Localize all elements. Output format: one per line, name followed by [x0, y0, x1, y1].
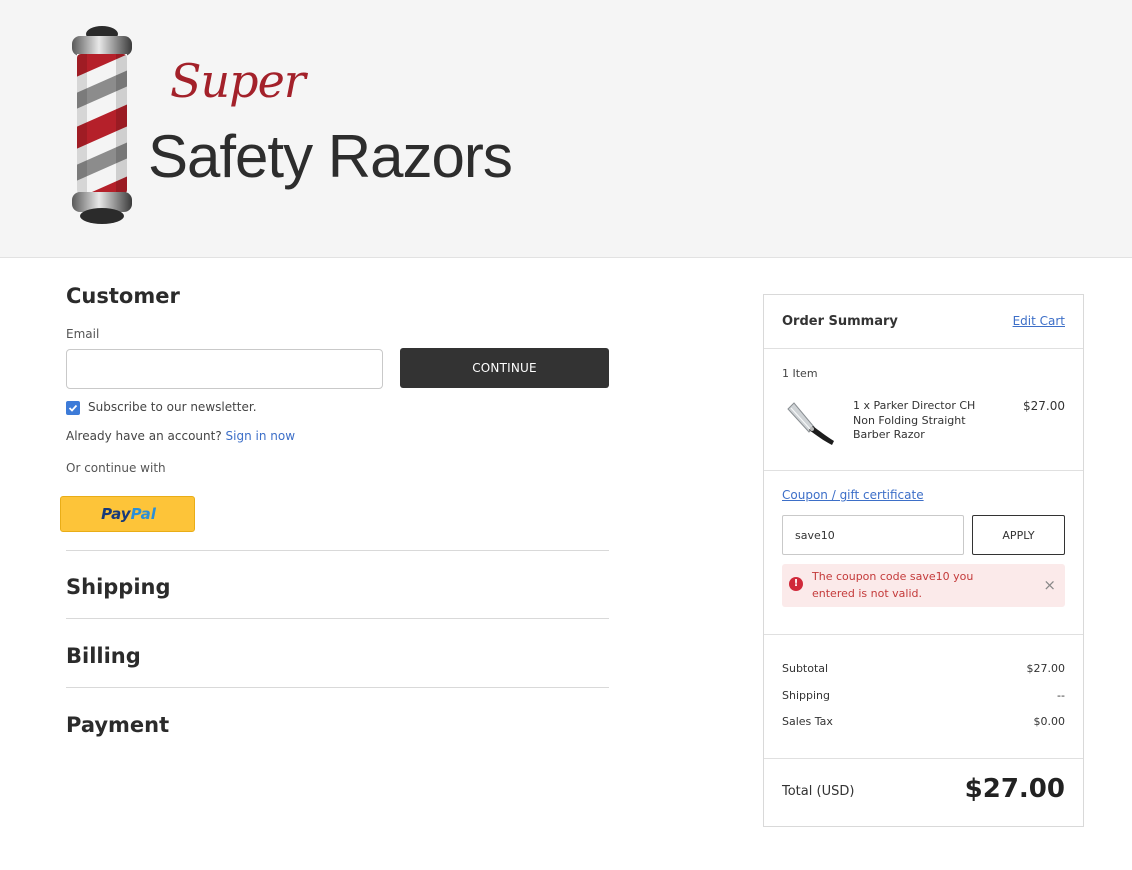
barber-pole-icon	[72, 26, 132, 224]
newsletter-label[interactable]: Subscribe to our newsletter.	[88, 400, 257, 414]
shipping-value: --	[1057, 689, 1065, 702]
coupon-error-message: The coupon code save10 you entered is no…	[812, 570, 974, 600]
subtotal-label: Subtotal	[782, 662, 829, 675]
sign-in-link[interactable]: Sign in now	[226, 429, 296, 443]
product-price: $27.00	[1023, 399, 1065, 413]
site-logo[interactable]: Super Safety Razors	[66, 24, 536, 226]
error-icon: !	[789, 577, 803, 591]
continue-with-label: Or continue with	[66, 461, 166, 475]
section-divider	[66, 618, 609, 619]
summary-divider	[764, 470, 1083, 471]
coupon-error-alert: ! The coupon code save10 you entered is …	[782, 564, 1065, 607]
email-label: Email	[66, 327, 100, 341]
account-prompt-line: Already have an account? Sign in now	[66, 429, 295, 443]
header: Super Safety Razors	[0, 0, 1132, 258]
straight-razor-image	[787, 402, 834, 445]
continue-button[interactable]: CONTINUE	[400, 348, 609, 388]
edit-cart-link[interactable]: Edit Cart	[1013, 314, 1065, 328]
sales-tax-label: Sales Tax	[782, 715, 833, 728]
paypal-button[interactable]: PayPal	[60, 496, 195, 532]
order-summary-title: Order Summary	[782, 314, 898, 329]
summary-divider	[764, 758, 1083, 759]
coupon-code-field[interactable]	[782, 515, 964, 555]
newsletter-checkbox[interactable]	[66, 401, 80, 415]
section-divider	[66, 550, 609, 551]
close-icon[interactable]: ×	[1043, 576, 1056, 594]
summary-divider	[764, 634, 1083, 635]
total-value: $27.00	[964, 774, 1065, 804]
order-summary: Order Summary Edit Cart 1 Item 1 x Parke…	[763, 294, 1084, 827]
logo-word-super: Super	[170, 54, 306, 108]
check-icon	[68, 404, 78, 412]
product-name: 1 x Parker Director CH Non Folding Strai…	[853, 399, 976, 441]
section-divider	[66, 687, 609, 688]
subtotal-value: $27.00	[1026, 662, 1066, 675]
email-field[interactable]	[66, 349, 383, 389]
account-prompt: Already have an account?	[66, 429, 222, 443]
paypal-logo-part-2: Pal	[130, 505, 156, 523]
sales-tax-value: $0.00	[1033, 715, 1066, 728]
paypal-logo: PayPal	[61, 505, 196, 523]
shipping-heading[interactable]: Shipping	[66, 575, 171, 599]
apply-coupon-button[interactable]: APPLY	[972, 515, 1065, 555]
billing-heading[interactable]: Billing	[66, 644, 141, 668]
paypal-logo-part-1: Pay	[101, 505, 131, 523]
summary-divider	[764, 348, 1083, 349]
logo-word-main: Safety Razors	[148, 123, 513, 190]
coupon-toggle-link[interactable]: Coupon / gift certificate	[782, 488, 924, 502]
shipping-label: Shipping	[782, 689, 830, 702]
customer-heading: Customer	[66, 284, 180, 308]
item-count: 1 Item	[782, 367, 818, 380]
total-label: Total (USD)	[782, 784, 855, 799]
payment-heading[interactable]: Payment	[66, 713, 169, 737]
